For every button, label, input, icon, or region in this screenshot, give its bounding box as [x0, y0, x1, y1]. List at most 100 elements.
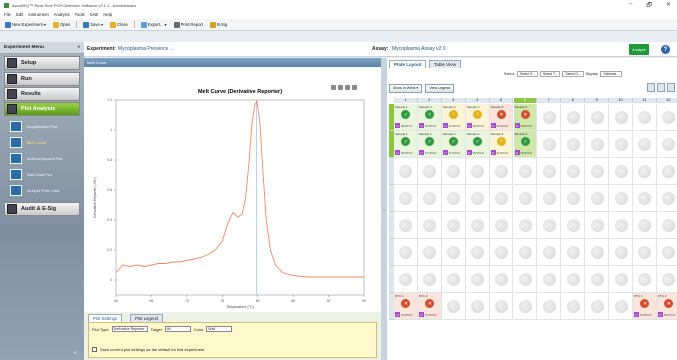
toolbar-button-1[interactable]: Open: [51, 21, 72, 29]
well-E2[interactable]: [417, 212, 442, 239]
well-A2[interactable]: Sample 2 ✓ U 07 MYCO: [417, 104, 442, 131]
well-A11[interactable]: [633, 104, 657, 131]
plot-menu-amplification-plot[interactable]: Amplification Plot: [10, 119, 80, 134]
select-targets-dropdown[interactable]: Select T...: [539, 71, 561, 77]
well-A6[interactable]: Sample 6 ✕ U 06 MYCO: [513, 104, 538, 131]
menu-tools[interactable]: Tools: [75, 12, 85, 17]
analyze-button[interactable]: Analyze: [629, 44, 649, 55]
column-header-4[interactable]: 4: [465, 98, 490, 103]
well-H8[interactable]: [561, 293, 586, 320]
well-A4[interactable]: Sample 4! U 05 MYCO: [465, 104, 490, 131]
well-A1[interactable]: Sample 1 ✓ U 08 MYCO: [394, 104, 418, 131]
well-G10[interactable]: [609, 266, 633, 293]
collapse-bottom-icon[interactable]: «: [74, 350, 77, 356]
well-D8[interactable]: [561, 185, 586, 212]
target-select[interactable]: All: [164, 326, 191, 332]
menu-sae[interactable]: SAE: [90, 12, 99, 17]
well-D10[interactable]: [609, 185, 633, 212]
well-F8[interactable]: [561, 239, 586, 266]
well-H2[interactable]: NTC 2 ✕ N 07 MYCO: [417, 293, 442, 320]
column-header-9[interactable]: 9: [585, 98, 610, 103]
well-C12[interactable]: [656, 158, 677, 185]
well-C8[interactable]: [561, 158, 586, 185]
display-dropdown[interactable]: Selected...: [600, 71, 622, 77]
well-B3[interactable]: Sample 3 ✓ U 01 MYCO: [441, 131, 466, 158]
plate-view-icon[interactable]: [647, 83, 655, 92]
well-E11[interactable]: [633, 212, 657, 239]
column-header-7[interactable]: 7: [537, 98, 562, 103]
well-D9[interactable]: [585, 185, 610, 212]
well-D6[interactable]: [513, 185, 538, 212]
well-B1[interactable]: Sample 1 ✓ U 08 MYCO: [394, 131, 418, 158]
well-E4[interactable]: [465, 212, 490, 239]
column-header-8[interactable]: 8: [561, 98, 586, 103]
well-B4[interactable]: Sample 4 ✓ U 05 MYCO: [465, 131, 490, 158]
well-F2[interactable]: [417, 239, 442, 266]
grid-view-icon[interactable]: [657, 83, 665, 92]
well-B6[interactable]: Sample 6 ✓ U 06 MYCO: [513, 131, 538, 158]
collapse-sidebar-button[interactable]: «: [77, 45, 80, 50]
well-B7[interactable]: [537, 131, 562, 158]
well-G12[interactable]: [656, 266, 677, 293]
column-header-3[interactable]: 3: [441, 98, 466, 103]
print-icon[interactable]: [331, 85, 336, 90]
column-header-10[interactable]: 10: [609, 98, 633, 103]
well-B2[interactable]: Sample 2 ✓ U 07 MYCO: [417, 131, 442, 158]
well-H10[interactable]: [609, 293, 633, 320]
column-header-5[interactable]: 5: [489, 98, 514, 103]
nav-results[interactable]: Results: [4, 87, 80, 101]
well-E6[interactable]: [513, 212, 538, 239]
well-C6[interactable]: [513, 158, 538, 185]
plot-menu-melt-curve[interactable]: Melt Curve: [10, 135, 80, 150]
well-C4[interactable]: [465, 158, 490, 185]
menu-analysis[interactable]: Analysis: [54, 12, 70, 17]
well-C3[interactable]: [441, 158, 466, 185]
save-default-checkbox[interactable]: [92, 347, 97, 352]
well-G4[interactable]: [465, 266, 490, 293]
toolbar-button-3[interactable]: Close: [108, 21, 130, 29]
well-B9[interactable]: [585, 131, 610, 158]
well-E5[interactable]: [489, 212, 514, 239]
show-in-wells-button[interactable]: Show in Wells ▾: [389, 83, 423, 93]
well-F4[interactable]: [465, 239, 490, 266]
well-F9[interactable]: [585, 239, 610, 266]
color-select[interactable]: Well: [206, 326, 233, 332]
well-C9[interactable]: [585, 158, 610, 185]
well-A8[interactable]: [561, 104, 586, 131]
well-A10[interactable]: [609, 104, 633, 131]
well-G1[interactable]: [394, 266, 418, 293]
column-header-1[interactable]: 1: [394, 98, 418, 103]
menu-file[interactable]: File: [4, 12, 11, 17]
select-samples-dropdown[interactable]: Select S...: [516, 71, 538, 77]
well-B5[interactable]: Sample 5! U 04 MYCO: [489, 131, 514, 158]
well-A12[interactable]: [656, 104, 677, 131]
toolbar-button-2[interactable]: Save ▾: [81, 21, 105, 29]
well-F5[interactable]: [489, 239, 514, 266]
toolbar-button-4[interactable]: Export... ▾: [139, 21, 169, 29]
plot-menu-multiple-plots-view[interactable]: Multiple Plots View: [10, 183, 80, 198]
toolbar-button-6[interactable]: B-Sig: [208, 21, 229, 29]
well-B8[interactable]: [561, 131, 586, 158]
well-E9[interactable]: [585, 212, 610, 239]
toolbar-button-5[interactable]: Print Report: [172, 21, 205, 29]
well-A3[interactable]: Sample 3! U 01 MYCO: [441, 104, 466, 131]
well-H9[interactable]: [585, 293, 610, 320]
well-B12[interactable]: [656, 131, 677, 158]
well-E12[interactable]: [656, 212, 677, 239]
well-G11[interactable]: [633, 266, 657, 293]
column-header-2[interactable]: 2: [417, 98, 442, 103]
toolbar-button-0[interactable]: New Experiment ▾: [3, 21, 48, 29]
well-A9[interactable]: [585, 104, 610, 131]
well-E1[interactable]: [394, 212, 418, 239]
well-C11[interactable]: [633, 158, 657, 185]
plot-type-select[interactable]: Derivative Reporter: [111, 326, 148, 332]
well-G5[interactable]: [489, 266, 514, 293]
well-H3[interactable]: [441, 293, 466, 320]
well-C2[interactable]: [417, 158, 442, 185]
help-icon[interactable]: ?: [661, 45, 670, 54]
tab-plot-legend[interactable]: Plot Legend: [130, 314, 163, 322]
select-dyes-dropdown[interactable]: Select D...: [562, 71, 584, 77]
well-H7[interactable]: [537, 293, 562, 320]
well-F7[interactable]: [537, 239, 562, 266]
copy-icon[interactable]: [338, 85, 343, 90]
